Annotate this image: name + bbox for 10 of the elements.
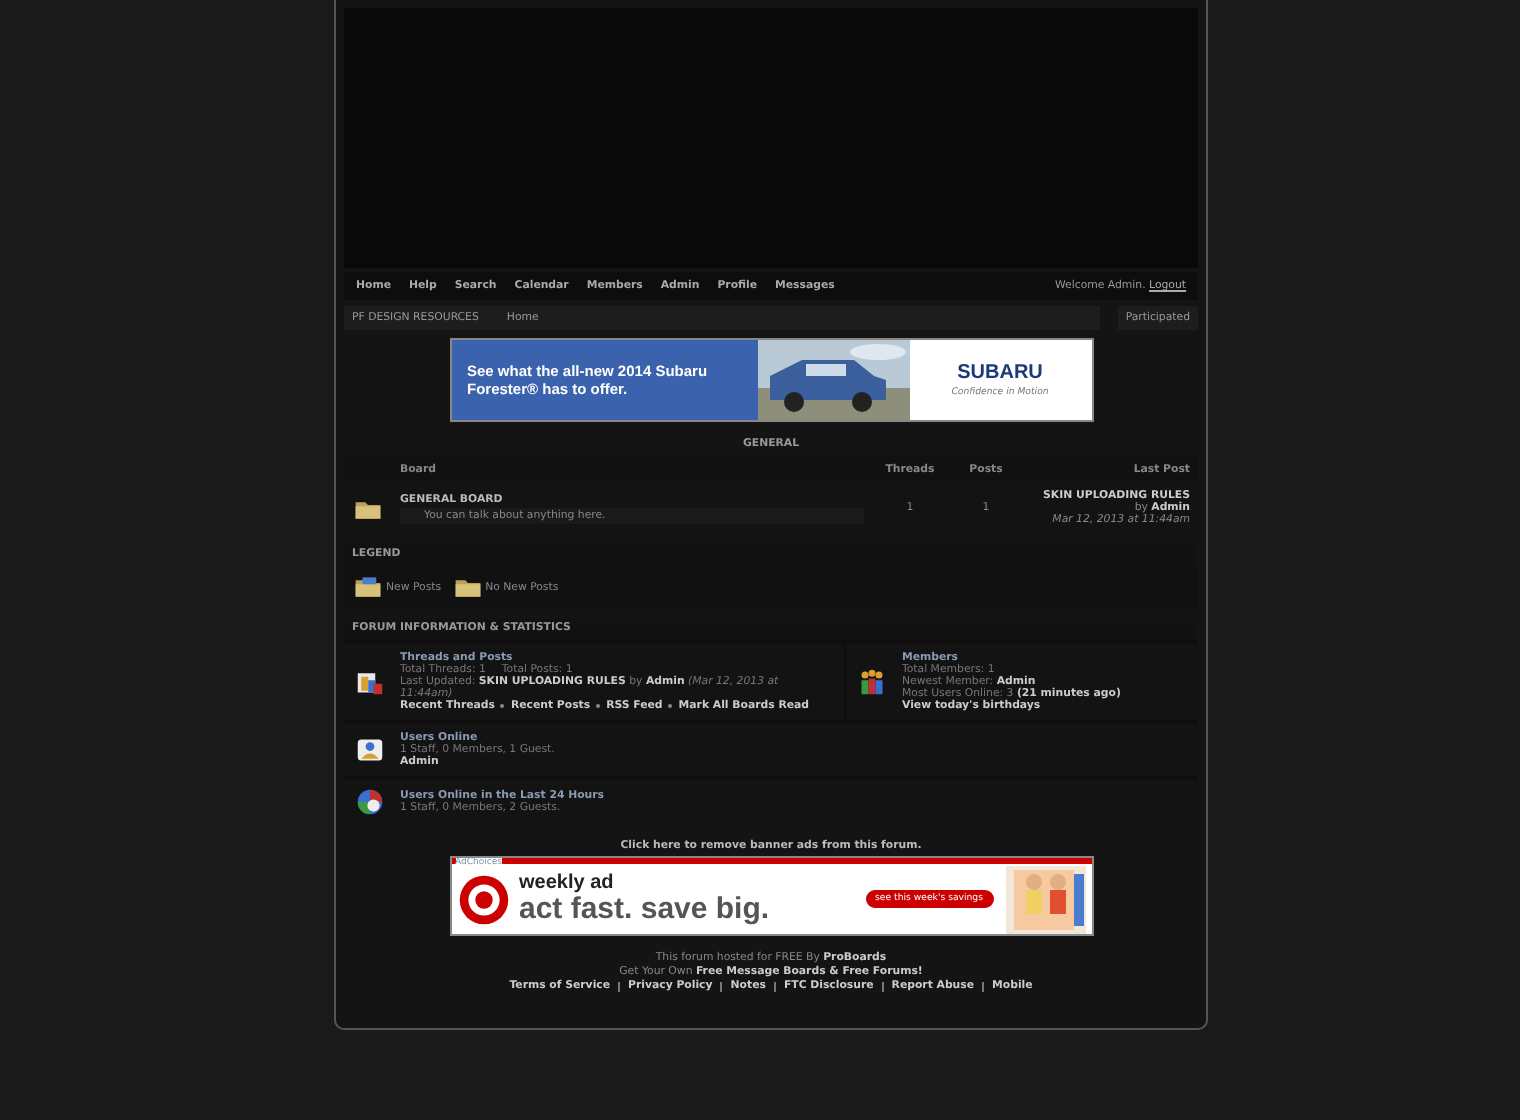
separator-dot — [500, 704, 505, 708]
users-online-icon — [356, 736, 384, 764]
separator-dot — [596, 704, 601, 708]
ad-slogan: act fast. save big. — [519, 894, 770, 924]
people-icon — [858, 668, 886, 696]
ad-brand: SUBARU — [957, 362, 1043, 384]
bullseye-icon — [457, 873, 509, 925]
chart-icon — [356, 668, 384, 696]
separator-dot — [668, 704, 673, 708]
ad-headline: weekly ad — [519, 874, 616, 894]
